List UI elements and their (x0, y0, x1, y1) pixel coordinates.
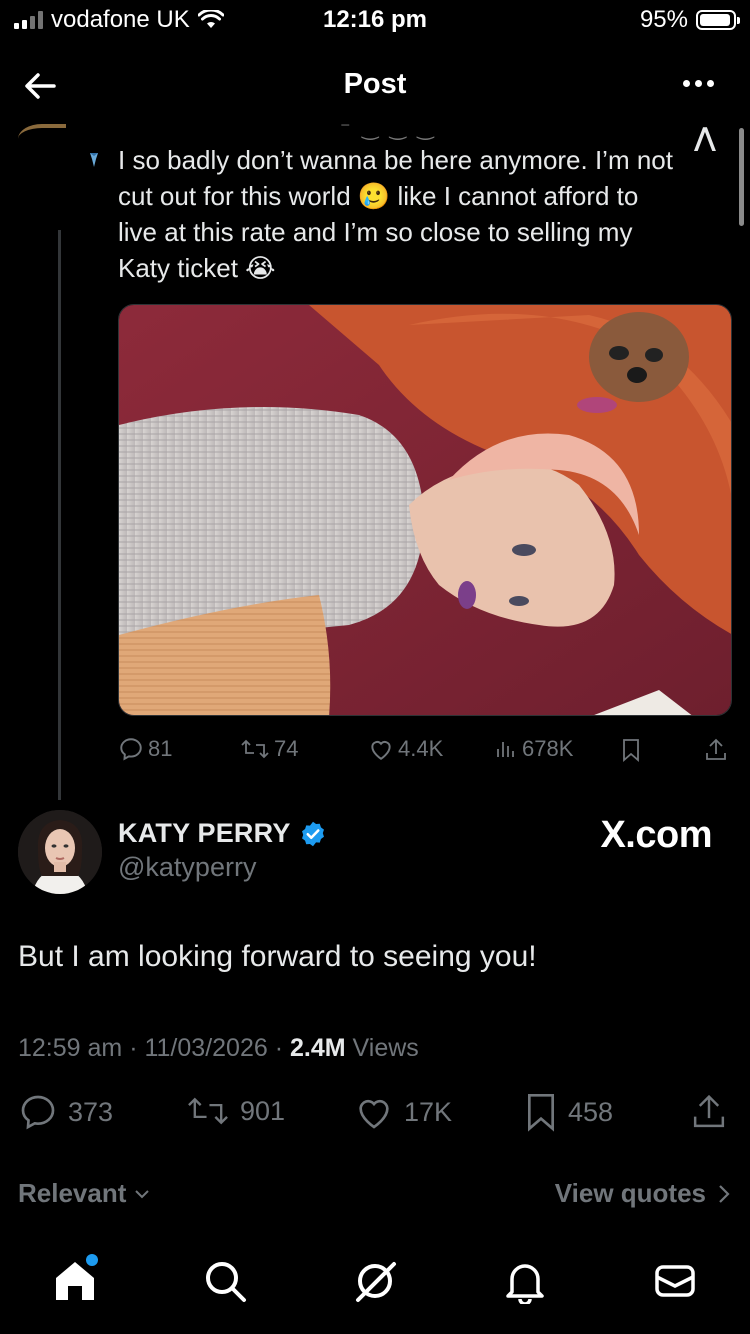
share-icon[interactable] (704, 737, 728, 763)
repost-button[interactable]: 901 (186, 1092, 285, 1130)
bookmark-button[interactable]: 458 (524, 1092, 613, 1132)
page-title: Post (343, 68, 407, 100)
battery-percent: 95% (639, 6, 688, 33)
reply-count: 373 (68, 1096, 114, 1127)
views-icon (497, 742, 514, 757)
notification-dot (86, 1254, 98, 1266)
bookmark-count: 458 (568, 1096, 614, 1127)
avatar-photo (18, 810, 102, 894)
views-label: Views (352, 1034, 419, 1062)
heart-icon (371, 741, 391, 760)
parent-post-text: I so badly don’t wanna be here anymore. … (118, 142, 738, 286)
sort-dropdown[interactable]: Relevant (18, 1178, 152, 1209)
parent-text-line: I so badly don’t wanna be here anymore. … (118, 145, 673, 175)
parent-text-line: Katy ticket 😭 (118, 253, 276, 283)
parent-like-button[interactable]: 4.4K (368, 736, 443, 762)
parent-views-count: 678K (522, 736, 574, 761)
repost-icon (188, 1097, 228, 1125)
parent-like-count: 4.4K (398, 736, 444, 761)
parent-text-line: cut out for this world 🥲 like I cannot a… (118, 181, 639, 211)
parent-reply-button[interactable]: 81 (118, 736, 172, 762)
bottom-nav (0, 1250, 750, 1320)
scrollbar[interactable] (739, 128, 744, 226)
view-quotes-label: View quotes (554, 1178, 706, 1208)
battery: 95% (639, 6, 740, 34)
notifications-icon[interactable] (502, 1258, 548, 1304)
separator: · (274, 1034, 290, 1062)
pin-icon (90, 153, 98, 167)
post-meta: 12:59 am · 11/03/2026 · 2.4M Views (18, 1034, 419, 1063)
post-image[interactable] (118, 304, 732, 716)
share-icon[interactable] (690, 1092, 728, 1132)
grok-icon[interactable] (352, 1258, 398, 1304)
parent-action-bar: 81 74 4.4K 678K (118, 736, 732, 766)
like-count: 17K (404, 1096, 453, 1127)
parent-text-line: live at this rate and I’m so close to se… (118, 217, 633, 247)
parent-reply-count: 81 (148, 736, 173, 761)
display-name[interactable]: KATY PERRY (118, 818, 291, 849)
post-text: But I am looking forward to seeing you! (18, 940, 537, 973)
repost-count: 901 (240, 1095, 286, 1126)
verified-badge-icon (301, 821, 324, 846)
chevron-down-icon (135, 1189, 150, 1198)
thread-line (58, 230, 61, 800)
bookmark-icon[interactable] (620, 738, 642, 762)
messages-icon[interactable] (652, 1258, 698, 1304)
chevron-right-icon (719, 1184, 730, 1203)
heart-icon (359, 1099, 389, 1129)
photo-woman-lying-on-carpet (119, 305, 731, 715)
author-name-row[interactable]: KATY PERRY (118, 818, 327, 849)
reply-icon (120, 738, 142, 761)
sort-label: Relevant (18, 1178, 127, 1208)
handle[interactable]: @katyperry (118, 852, 256, 883)
xcom-watermark: X.com (600, 814, 712, 856)
parent-repost-count: 74 (274, 736, 299, 761)
post-time[interactable]: 12:59 am (18, 1034, 122, 1062)
parent-author-clipped: ⁻ ‿ ‿ ‿ (340, 118, 437, 140)
status-bar: vodafone UK 12:16 pm 95% (0, 0, 750, 44)
search-icon[interactable] (202, 1258, 248, 1304)
clock: 12:16 pm (322, 6, 428, 33)
bookmark-icon (528, 1094, 554, 1132)
parent-views-button[interactable]: 678K (494, 736, 573, 762)
reply-icon (21, 1095, 55, 1130)
action-bar: 373 901 17K 458 (18, 1092, 732, 1136)
repost-icon (241, 739, 269, 759)
parent-repost-button[interactable]: 74 (240, 736, 298, 762)
post-date[interactable]: 11/03/2026 (144, 1034, 267, 1062)
like-button[interactable]: 17K (354, 1092, 452, 1132)
avatar[interactable] (18, 810, 102, 894)
battery-icon (696, 10, 740, 30)
view-quotes-link[interactable]: View quotes (555, 1178, 732, 1209)
views-count: 2.4M (290, 1034, 346, 1062)
separator: · (129, 1034, 145, 1062)
top-bar: Post (0, 58, 750, 110)
reply-button[interactable]: 373 (18, 1092, 113, 1132)
parent-avatar[interactable] (18, 124, 66, 154)
more-options-icon[interactable] (683, 80, 714, 87)
